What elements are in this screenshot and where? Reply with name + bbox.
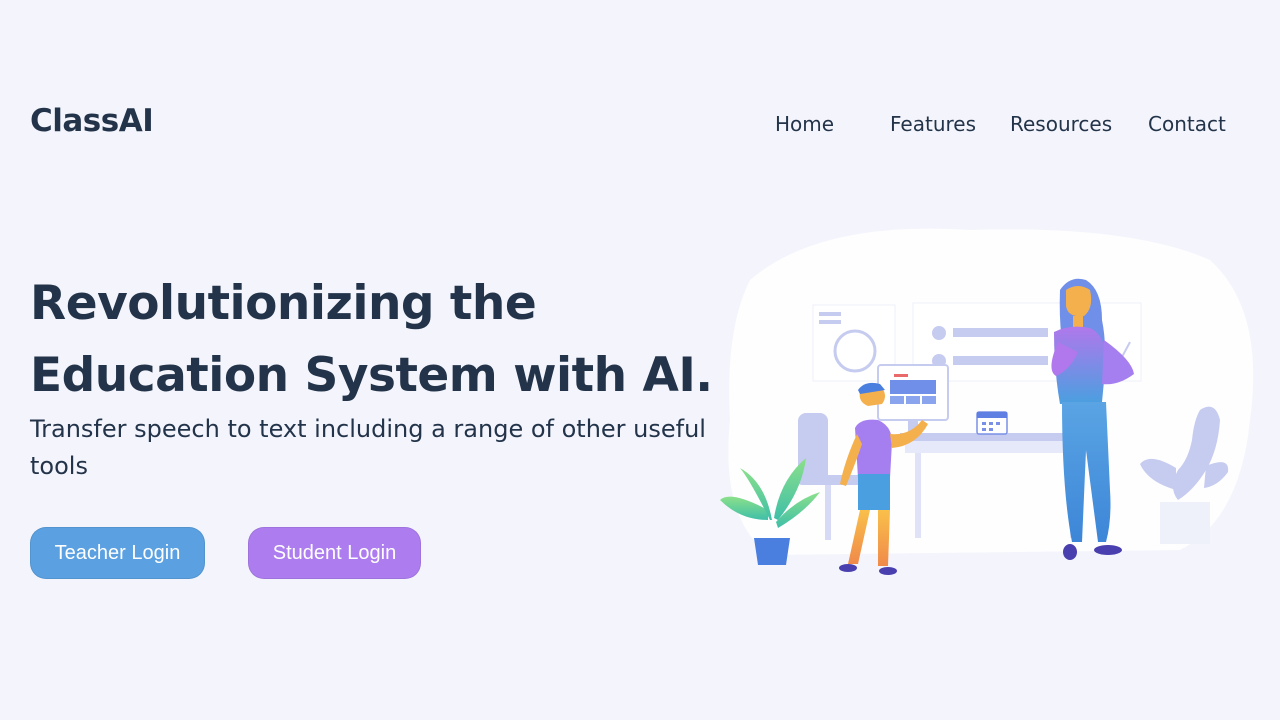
hero-subtitle: Transfer speech to text including a rang…: [30, 415, 706, 480]
nav-home-link[interactable]: Home: [775, 112, 834, 136]
hero-title-line-1: Revolutionizing the: [30, 276, 537, 331]
classroom-illustration: [720, 228, 1254, 575]
teacher-login-button[interactable]: Teacher Login: [30, 527, 205, 579]
hero-title-line-2: Education System with AI.: [30, 348, 713, 403]
landing-page: ClassAI Home Features Resources Contact …: [0, 0, 1280, 720]
nav-resources-link[interactable]: Resources: [1010, 112, 1112, 136]
hero-title: Revolutionizing the Education System wit…: [30, 268, 730, 412]
nav-features-link[interactable]: Features: [890, 112, 976, 136]
student-login-button[interactable]: Student Login: [248, 527, 421, 579]
nav-contact-link[interactable]: Contact: [1148, 112, 1226, 136]
main-nav: Home Features Resources Contact: [0, 112, 1280, 142]
